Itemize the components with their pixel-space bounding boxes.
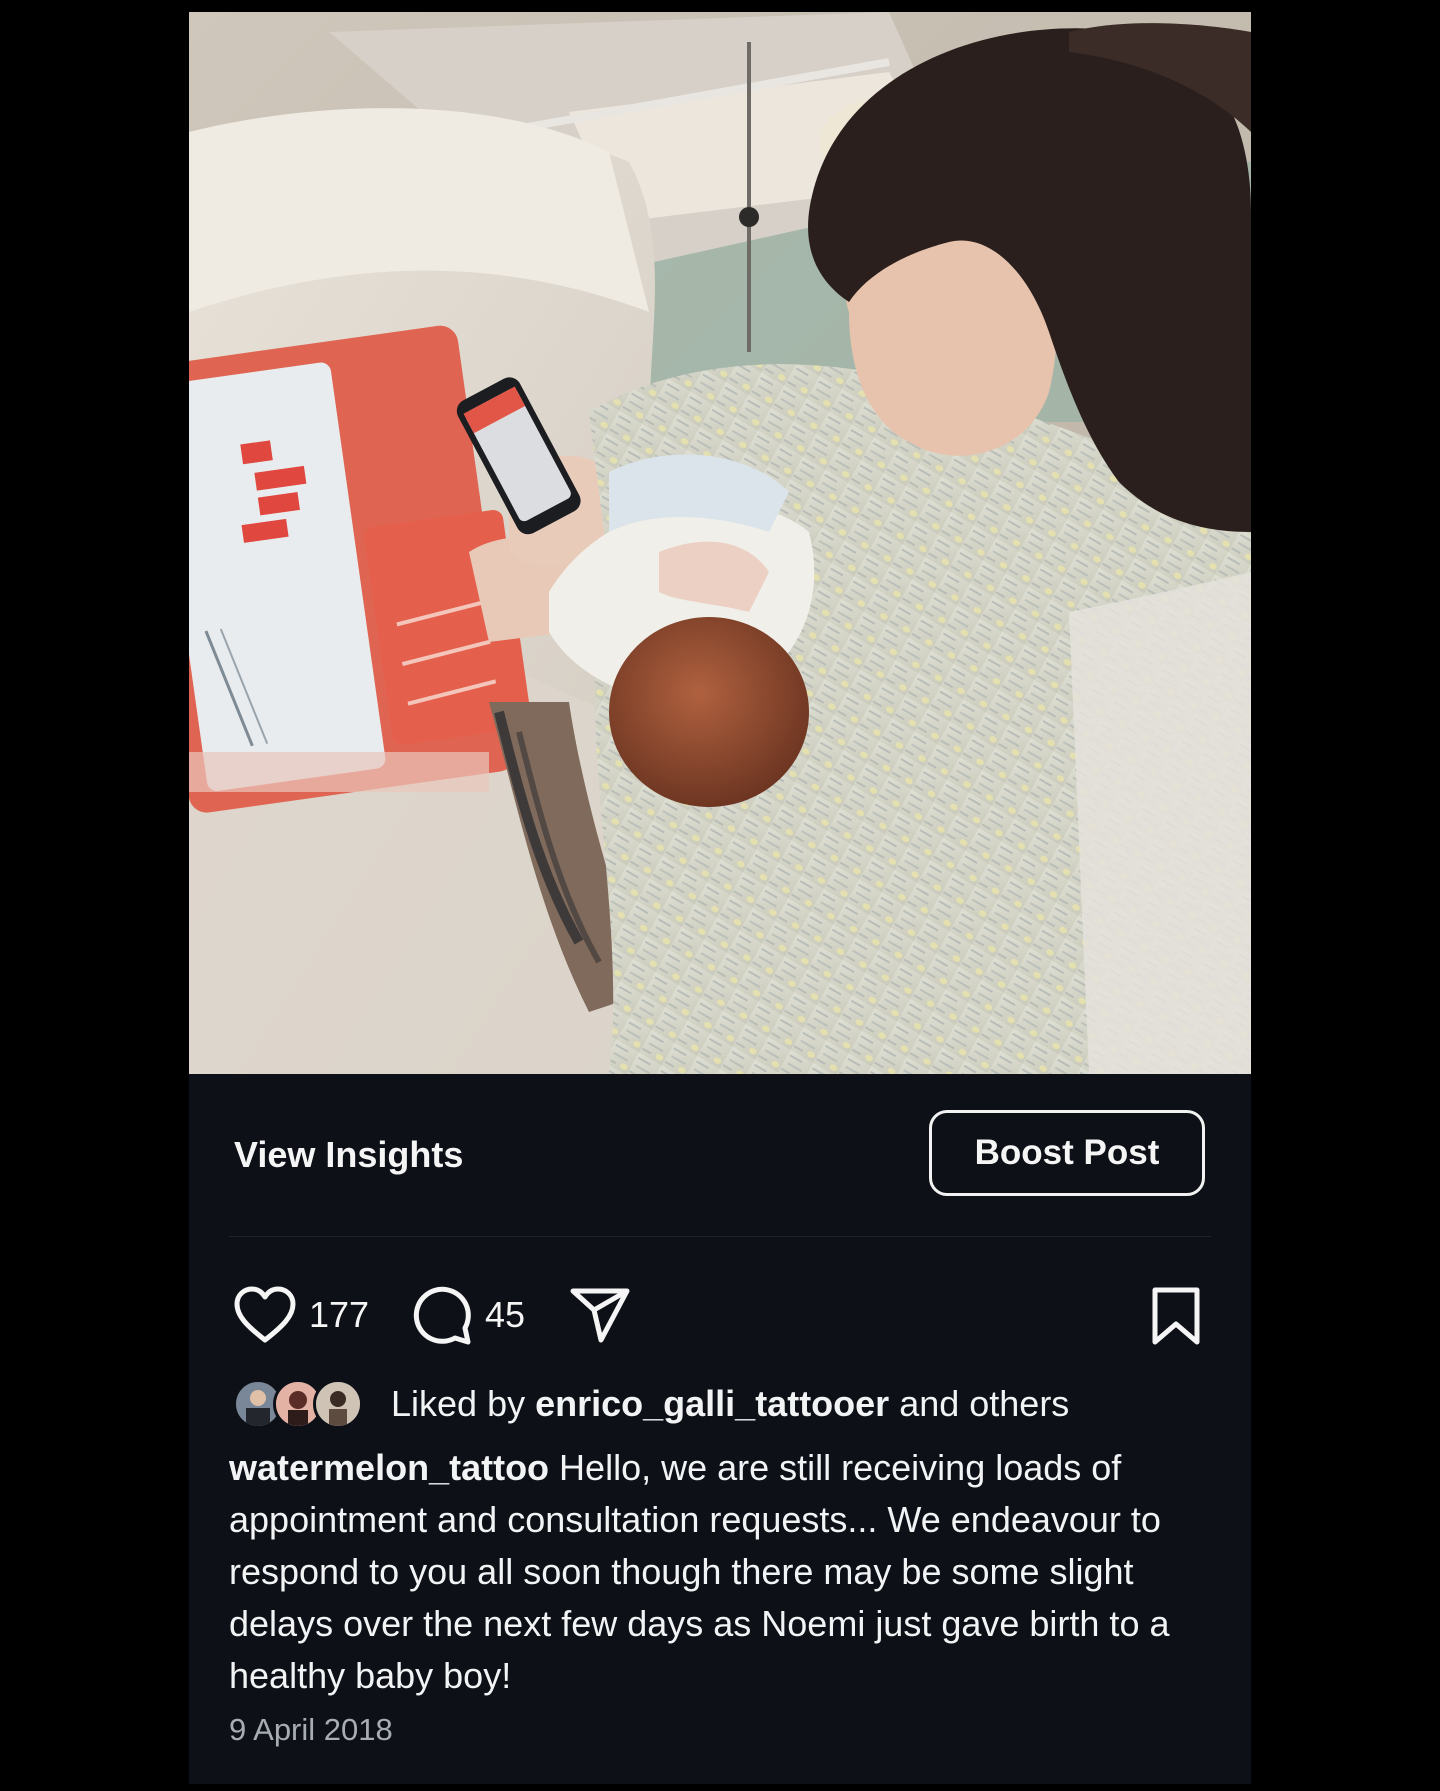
like-button[interactable]: 177 (233, 1286, 369, 1344)
comment-count: 45 (485, 1294, 526, 1335)
like-count: 177 (309, 1294, 370, 1335)
insights-row: View Insights Boost Post (189, 1074, 1251, 1234)
action-bar: 177 45 (189, 1274, 1251, 1354)
liker-avatars (233, 1377, 369, 1431)
save-button[interactable] (1149, 1286, 1203, 1346)
post-caption: watermelon_tattoo Hello, we are still re… (229, 1442, 1214, 1702)
comment-bubble-icon (413, 1286, 471, 1345)
heart-icon (234, 1286, 296, 1343)
post-photo[interactable] (189, 12, 1251, 1074)
view-insights-link[interactable]: View Insights (234, 1134, 463, 1176)
post-card: View Insights Boost Post 177 45 Liked by… (189, 12, 1251, 1784)
comment-button[interactable]: 45 (411, 1284, 525, 1346)
photo-illustration (189, 12, 1251, 1074)
boost-post-button[interactable]: Boost Post (929, 1110, 1205, 1196)
caption-username-link[interactable]: watermelon_tattoo (229, 1447, 549, 1488)
liked-by-text: Liked by enrico_galli_tattooer and other… (391, 1383, 1069, 1425)
liked-by-row[interactable]: Liked by enrico_galli_tattooer and other… (233, 1376, 1069, 1432)
bookmark-icon (1152, 1287, 1200, 1345)
paper-plane-icon (570, 1288, 630, 1343)
post-date: 9 April 2018 (229, 1712, 393, 1747)
liked-by-prefix: Liked by (391, 1383, 536, 1424)
liked-by-suffix: and others (889, 1383, 1070, 1424)
divider (229, 1236, 1211, 1237)
share-button[interactable] (569, 1286, 631, 1344)
avatar (313, 1379, 363, 1429)
liked-by-user-link[interactable]: enrico_galli_tattooer (535, 1383, 889, 1424)
